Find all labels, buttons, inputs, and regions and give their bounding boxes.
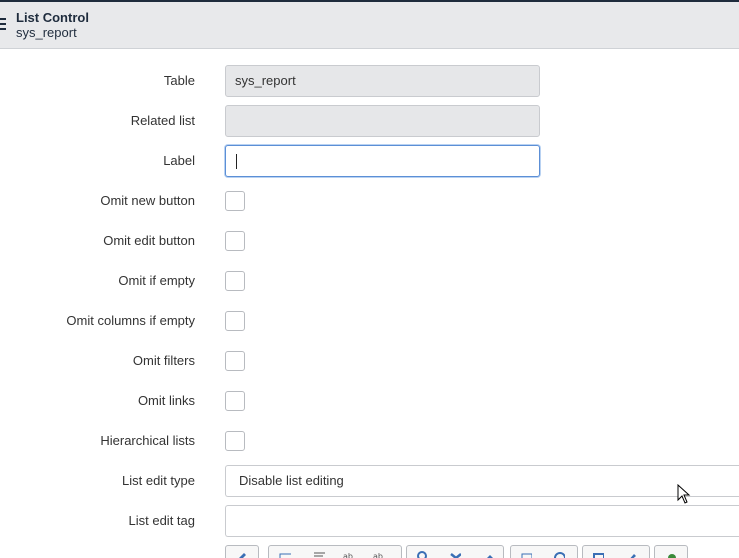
pencil-icon [239, 553, 246, 558]
menu-icon[interactable] [0, 18, 6, 33]
omit-filters-row: Omit filters [0, 345, 739, 377]
omit-columns-if-empty-checkbox[interactable] [225, 311, 245, 331]
text-ab-icon: ab [343, 552, 353, 558]
pen-icon [630, 554, 636, 558]
text-list-icon: ab [373, 552, 383, 558]
related-list-field [225, 105, 540, 137]
omit-links-checkbox[interactable] [225, 391, 245, 411]
mouse-cursor-icon [677, 484, 691, 504]
save-icon [593, 553, 604, 558]
label-input[interactable] [225, 145, 540, 177]
toolbar-group-3[interactable] [406, 545, 504, 558]
related-list-label: Related list [130, 113, 195, 128]
omit-new-button-label: Omit new button [100, 193, 195, 208]
table-row: Table sys_report [0, 65, 739, 97]
svg-text:ab: ab [373, 552, 383, 558]
omit-columns-if-empty-label: Omit columns if empty [66, 313, 195, 328]
page-title: List Control [16, 10, 89, 25]
list-edit-type-label: List edit type [122, 473, 195, 488]
related-list-row: Related list [0, 105, 739, 137]
list-edit-tag-input[interactable] [225, 505, 739, 537]
omit-new-button-checkbox[interactable] [225, 191, 245, 211]
list-edit-type-row: List edit type Disable list editing [0, 465, 739, 497]
toolbar-group-1[interactable] [225, 545, 259, 558]
text-caret [236, 154, 237, 169]
omit-if-empty-checkbox[interactable] [225, 271, 245, 291]
hierarchical-lists-row: Hierarchical lists [0, 425, 739, 457]
form-header: List Control sys_report [0, 0, 739, 49]
omit-links-row: Omit links [0, 385, 739, 417]
omit-links-label: Omit links [137, 393, 195, 408]
toolbar-group-4[interactable] [510, 545, 578, 558]
label-label: Label [163, 153, 195, 168]
hierarchical-lists-label: Hierarchical lists [100, 433, 195, 448]
help-icon [554, 552, 565, 558]
window-icon [279, 553, 291, 558]
omit-columns-if-empty-row: Omit columns if empty [0, 305, 739, 337]
list-edit-type-select[interactable]: Disable list editing [225, 465, 739, 497]
label-row: Label [0, 145, 739, 177]
omit-edit-button-checkbox[interactable] [225, 231, 245, 251]
table-field: sys_report [225, 65, 540, 97]
hierarchical-lists-checkbox[interactable] [225, 431, 245, 451]
omit-if-empty-label: Omit if empty [118, 273, 195, 288]
omit-edit-button-row: Omit edit button [0, 225, 739, 257]
edit-window-icon [521, 553, 532, 558]
toolbar-group-6[interactable] [654, 545, 688, 558]
omit-edit-button-label: Omit edit button [103, 233, 195, 248]
omit-filters-label: Omit filters [132, 353, 195, 368]
toolbar-group-5[interactable] [582, 545, 650, 558]
delete-icon [450, 553, 461, 558]
omit-if-empty-row: Omit if empty [0, 265, 739, 297]
bug-icon [668, 554, 676, 558]
svg-text:ab: ab [343, 552, 353, 558]
list-edit-tag-label: List edit tag [128, 513, 196, 528]
search-icon [417, 551, 427, 558]
collapse-icon [487, 555, 493, 558]
toolbar-group-2[interactable]: ab ab [268, 545, 402, 558]
page-subtitle: sys_report [16, 25, 77, 40]
list-edit-tag-row: List edit tag [0, 505, 739, 537]
table-label: Table [163, 73, 195, 88]
omit-filters-checkbox[interactable] [225, 351, 245, 371]
list-icon [314, 552, 325, 557]
omit-new-button-row: Omit new button [0, 185, 739, 217]
